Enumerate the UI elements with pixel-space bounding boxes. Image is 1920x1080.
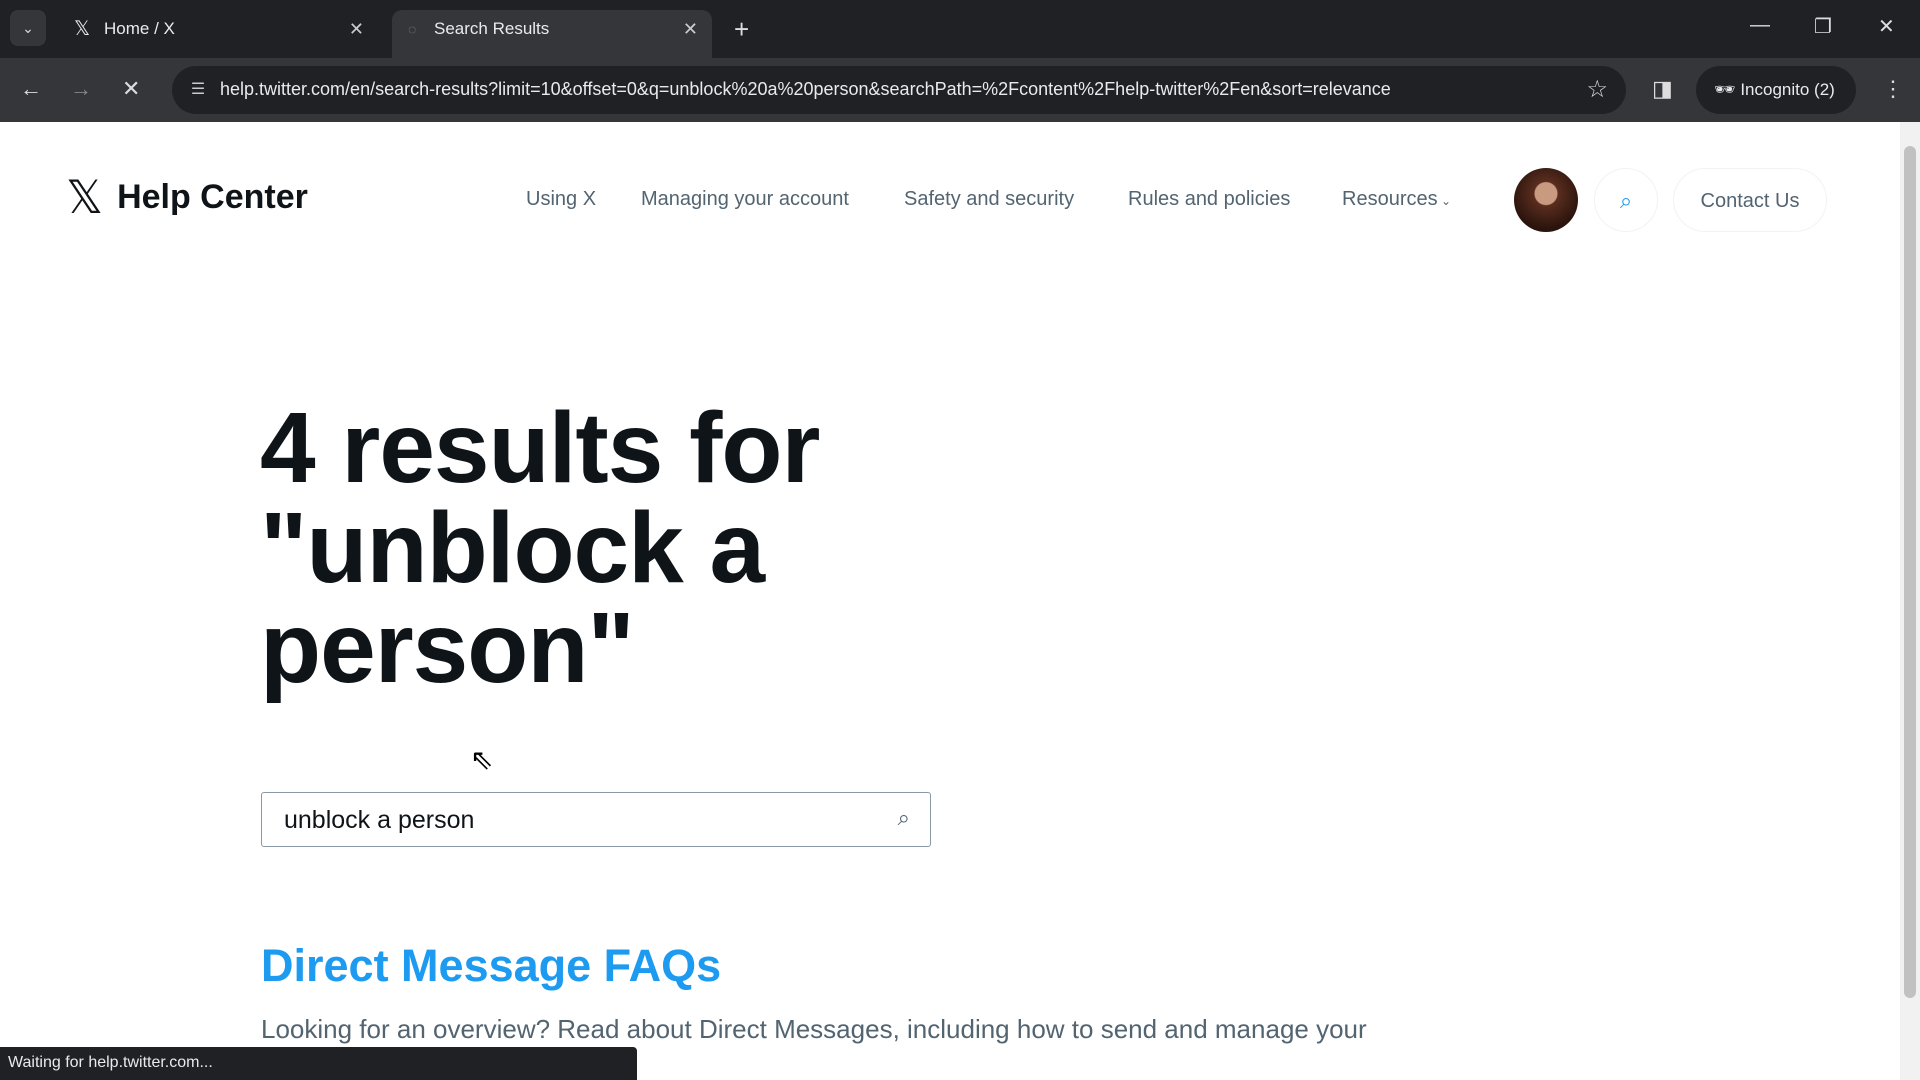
result-description: Looking for an overview? Read about Dire… <box>261 1014 1367 1044</box>
nav-resources[interactable]: Resources ⌄ <box>1342 188 1451 211</box>
contact-us-button[interactable]: Contact Us <box>1673 168 1827 232</box>
incognito-icon: 🕶 <box>1714 80 1736 99</box>
page-scrollbar[interactable] <box>1900 122 1920 1080</box>
browser-toolbar: ← → ✕ ☰ help.twitter.com/en/search-resul… <box>0 58 1920 122</box>
brand-name: Help Center <box>117 177 308 216</box>
bookmark-star-icon[interactable]: ☆ <box>1586 75 1608 104</box>
avatar[interactable] <box>1514 168 1578 232</box>
minimize-button[interactable]: — <box>1750 14 1770 37</box>
tab-home[interactable]: 𝕏 Home / X ✕ <box>58 10 378 58</box>
stop-loading-button[interactable]: ✕ <box>122 76 140 102</box>
close-tab-icon[interactable]: ✕ <box>349 10 364 48</box>
x-logo-icon: 𝕏 <box>74 18 91 40</box>
tab-search-button[interactable]: ⌄ <box>10 10 46 46</box>
nav-resources-label: Resources <box>1342 188 1438 210</box>
search-input[interactable] <box>284 803 864 837</box>
browser-menu-icon[interactable]: ⋮ <box>1882 76 1904 102</box>
back-button[interactable]: ← <box>20 76 42 102</box>
search-icon[interactable]: ⌕ <box>898 805 910 831</box>
mouse-cursor-icon: ⇖ <box>470 744 494 775</box>
search-field[interactable]: ⌕ <box>261 792 931 847</box>
x-logo-icon: 𝕏 <box>66 171 104 223</box>
restore-button[interactable]: ❐ <box>1814 14 1832 39</box>
address-bar[interactable]: ☰ help.twitter.com/en/search-results?lim… <box>172 66 1626 114</box>
forward-button[interactable]: → <box>70 76 92 102</box>
new-tab-button[interactable]: + <box>734 14 749 45</box>
result-title-link[interactable]: Direct Message FAQs <box>261 940 721 992</box>
help-center-logo[interactable]: 𝕏 Help Center <box>66 174 308 220</box>
nav-rules-policies[interactable]: Rules and policies <box>1128 188 1290 211</box>
incognito-label: Incognito (2) <box>1740 80 1835 99</box>
tab-strip: ⌄ 𝕏 Home / X ✕ ◌ Search Results ✕ + — ❐ … <box>0 0 1920 58</box>
close-tab-icon[interactable]: ✕ <box>683 10 698 48</box>
incognito-indicator[interactable]: 🕶 Incognito (2) <box>1696 66 1856 114</box>
chevron-down-icon: ⌄ <box>1437 194 1451 208</box>
site-info-icon[interactable]: ☰ <box>182 74 214 106</box>
nav-managing-account[interactable]: Managing your account <box>641 188 849 211</box>
tab-search-results[interactable]: ◌ Search Results ✕ <box>392 10 712 58</box>
status-bar: Waiting for help.twitter.com... <box>0 1047 637 1080</box>
loading-icon: ◌ <box>408 21 417 37</box>
nav-safety-security[interactable]: Safety and security <box>904 188 1074 211</box>
page-title: 4 results for "unblock a person" <box>260 392 820 704</box>
close-window-button[interactable]: ✕ <box>1878 14 1895 39</box>
nav-using-x[interactable]: Using X <box>526 188 596 211</box>
url-text[interactable]: help.twitter.com/en/search-results?limit… <box>220 79 1391 100</box>
tab-label: Search Results <box>434 19 550 38</box>
search-icon: ⌕ <box>1619 188 1633 213</box>
scrollbar-thumb[interactable] <box>1904 146 1916 998</box>
tab-label: Home / X <box>104 19 175 38</box>
side-panel-icon[interactable]: ◨ <box>1652 76 1673 102</box>
header-search-button[interactable]: ⌕ <box>1594 168 1658 232</box>
